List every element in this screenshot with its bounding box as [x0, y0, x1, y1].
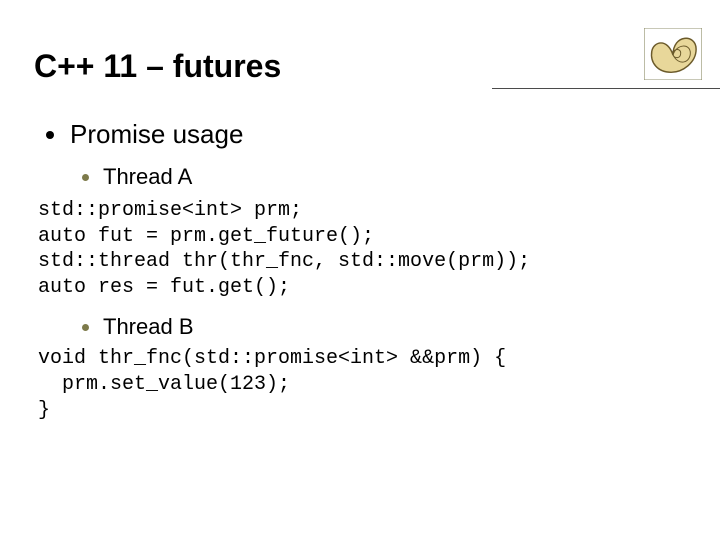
code-block-thread-a: std::promise<int> prm; auto fut = prm.ge…	[38, 198, 686, 300]
bullet-level2-b: Thread B	[82, 314, 686, 340]
slide: C++ 11 – futures Promise usage Thread A …	[0, 0, 720, 540]
title-row: C++ 11 – futures	[34, 48, 686, 93]
bullet-level2-a: Thread A	[82, 164, 686, 190]
bullet-level2-text: Thread A	[103, 164, 192, 190]
bullet-dot-icon	[82, 324, 89, 331]
bullet-dot-icon	[46, 131, 54, 139]
code-block-thread-b: void thr_fnc(std::promise<int> &&prm) { …	[38, 346, 686, 423]
bullet-dot-icon	[82, 174, 89, 181]
bullet-level1-text: Promise usage	[70, 119, 243, 150]
bullet-level2-text: Thread B	[103, 314, 194, 340]
bullet-level1: Promise usage	[46, 119, 686, 150]
title-underline	[492, 88, 720, 89]
slide-title: C++ 11 – futures	[34, 48, 686, 93]
